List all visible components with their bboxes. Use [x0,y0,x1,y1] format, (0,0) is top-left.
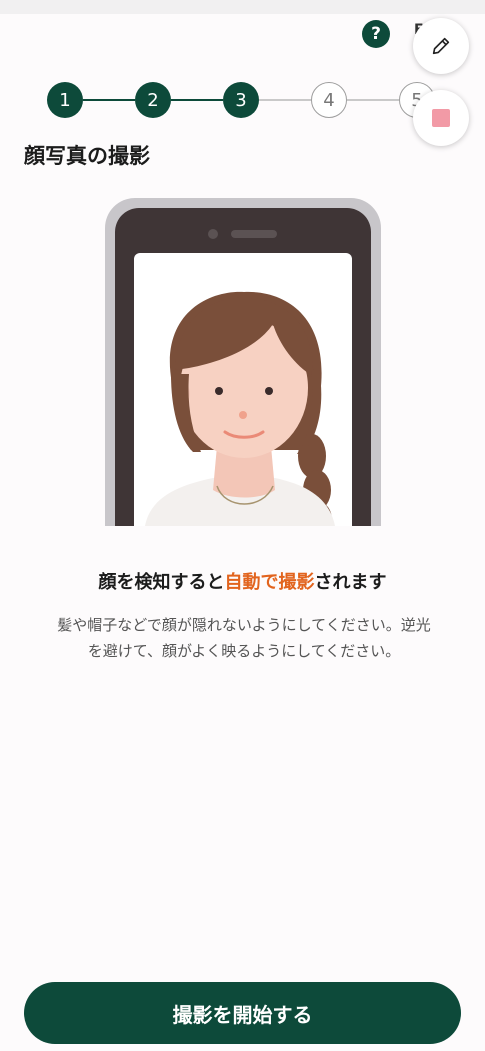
instruction-line: 髪や帽子などで顔が隠れないようにしてください。逆光 [57,616,431,634]
start-capture-button[interactable]: 撮影を開始する [24,982,461,1044]
progress-stepper: 1 2 3 4 5 [47,82,435,118]
headline-accent: 自動で撮影 [224,572,315,593]
status-strip [0,0,485,14]
phone-selfie-illustration [105,198,381,526]
step-connector [347,99,399,101]
step-connector [83,99,135,101]
help-icon: ? [371,24,381,44]
stop-icon [432,109,450,127]
pencil-icon [432,37,450,55]
step-connector [171,99,223,101]
instruction-text: 髪や帽子などで顔が隠れないようにしてください。逆光 を避けて、顔がよく映るように… [24,612,464,664]
step-3: 3 [223,82,259,118]
page-title: 顔写真の撮影 [24,144,150,168]
edit-button[interactable] [413,18,469,74]
step-connector [259,99,311,101]
instruction-line: を避けて、顔がよく映るようにしてください。 [87,642,401,660]
auto-capture-headline: 顔を検知すると自動で撮影されます [0,568,485,594]
step-4: 4 [311,82,347,118]
step-1: 1 [47,82,83,118]
stop-recording-button[interactable] [413,90,469,146]
headline-text-end: されます [314,572,387,593]
help-button[interactable]: ? [362,20,390,48]
headline-text: 顔を検知すると [98,572,225,593]
step-2: 2 [135,82,171,118]
